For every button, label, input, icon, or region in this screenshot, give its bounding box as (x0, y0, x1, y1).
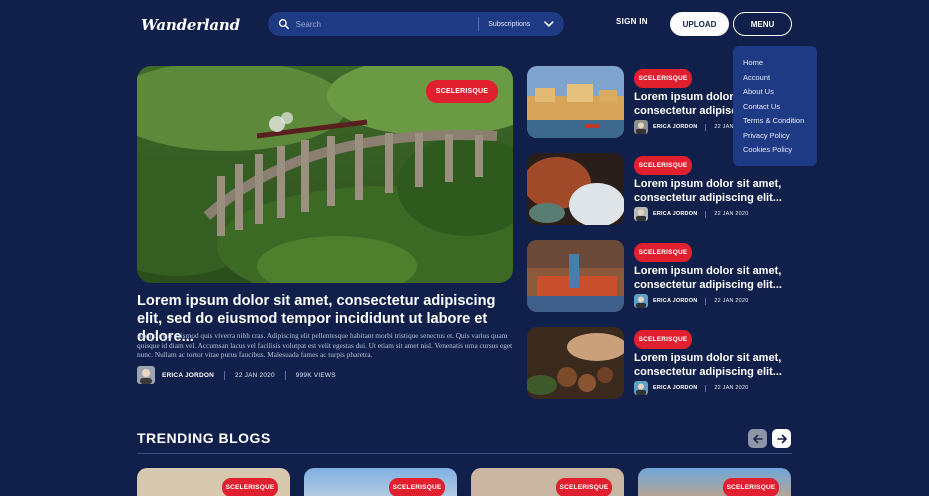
side-post-image[interactable] (527, 66, 624, 138)
logo-text: Wanderland (141, 16, 240, 34)
author-name[interactable]: ERICA JORDON (653, 124, 697, 130)
menu-item-privacy-policy[interactable]: Privacy Policy (743, 129, 817, 144)
side-post-tag-badge[interactable]: SCELERISQUE (634, 156, 692, 175)
upload-button[interactable]: UPLOAD (670, 12, 729, 36)
arrow-left-icon (752, 434, 763, 443)
carousel-next-button[interactable] (772, 429, 791, 448)
divider (705, 123, 707, 131)
post-date: 22 JAN 2020 (714, 211, 749, 217)
menu-item-cookies-policy[interactable]: Cookies Policy (743, 143, 817, 158)
trending-card-tag-badge[interactable]: SCELERISQUE (389, 478, 445, 496)
avatar (634, 294, 648, 308)
side-post-title[interactable]: Lorem ipsum dolor sit amet, consectetur … (634, 352, 784, 379)
chevron-down-icon[interactable] (544, 19, 554, 29)
side-post-image[interactable] (527, 153, 624, 225)
divider (705, 210, 707, 218)
menu-item-contact-us[interactable]: Contact Us (743, 100, 817, 115)
avatar (634, 381, 648, 395)
side-post-meta: ERICA JORDON 22 JAN 2020 (634, 294, 748, 308)
carousel-prev-button[interactable] (748, 429, 767, 448)
hero-meta: ERICA JORDON 22 JAN 2020 999K VIEWS (137, 366, 336, 384)
divider (705, 297, 707, 305)
avatar (634, 207, 648, 221)
search-divider (478, 17, 480, 31)
side-post-title[interactable]: Lorem ipsum dolor sit amet, consectetur … (634, 265, 784, 292)
hero-tag-badge[interactable]: SCELERISQUE (426, 80, 498, 103)
divider (284, 370, 286, 380)
section-divider (137, 453, 792, 454)
menu-dropdown: Home Account About Us Contact Us Terms &… (733, 46, 817, 166)
hero-description: Arcu cursus euismod quis viverra nibh cr… (137, 331, 513, 360)
menu-item-about-us[interactable]: About Us (743, 85, 817, 100)
side-post-tag-badge[interactable]: SCELERISQUE (634, 243, 692, 262)
subscriptions-select[interactable]: Subscriptions (488, 21, 530, 28)
post-date: 22 JAN 2020 (235, 371, 275, 379)
post-date: 22 JAN 2020 (714, 298, 749, 304)
side-post-meta: ERICA JORDON 22 JAN 2020 (634, 207, 748, 221)
side-post-meta: ERICA JORDON 22 JAN 2020 (634, 120, 748, 134)
search-bar: Subscriptions (268, 12, 564, 36)
trending-card-tag-badge[interactable]: SCELERISQUE (723, 478, 779, 496)
search-input[interactable] (295, 19, 471, 29)
sign-in-link[interactable]: SIGN IN (616, 17, 648, 26)
side-post-image[interactable] (527, 327, 624, 399)
trending-card-tag-badge[interactable]: SCELERISQUE (556, 478, 612, 496)
menu-button[interactable]: MENU (733, 12, 792, 36)
side-post-tag-badge[interactable]: SCELERISQUE (634, 69, 692, 88)
avatar (634, 120, 648, 134)
side-post-title[interactable]: Lorem ipsum dolor sit amet, consectetur … (634, 178, 784, 205)
side-post-image[interactable] (527, 240, 624, 312)
logo[interactable]: Wanderland (137, 12, 240, 38)
trending-section-title: TRENDING BLOGS (137, 430, 271, 446)
trending-card-tag-badge[interactable]: SCELERISQUE (222, 478, 278, 496)
menu-item-terms[interactable]: Terms & Condition (743, 114, 817, 129)
side-post-meta: ERICA JORDON 22 JAN 2020 (634, 381, 748, 395)
menu-item-home[interactable]: Home (743, 56, 817, 71)
arrow-right-icon (776, 434, 787, 443)
author-name[interactable]: ERICA JORDON (653, 211, 697, 217)
avatar (137, 366, 155, 384)
author-name[interactable]: ERICA JORDON (653, 298, 697, 304)
search-icon[interactable] (278, 18, 290, 30)
menu-item-account[interactable]: Account (743, 71, 817, 86)
side-post-tag-badge[interactable]: SCELERISQUE (634, 330, 692, 349)
divider (224, 370, 225, 380)
divider (705, 384, 707, 392)
post-date: 22 JAN 2020 (714, 385, 749, 391)
author-name[interactable]: ERICA JORDON (162, 372, 214, 379)
view-count: 999K VIEWS (295, 371, 336, 379)
author-name[interactable]: ERICA JORDON (653, 385, 697, 391)
